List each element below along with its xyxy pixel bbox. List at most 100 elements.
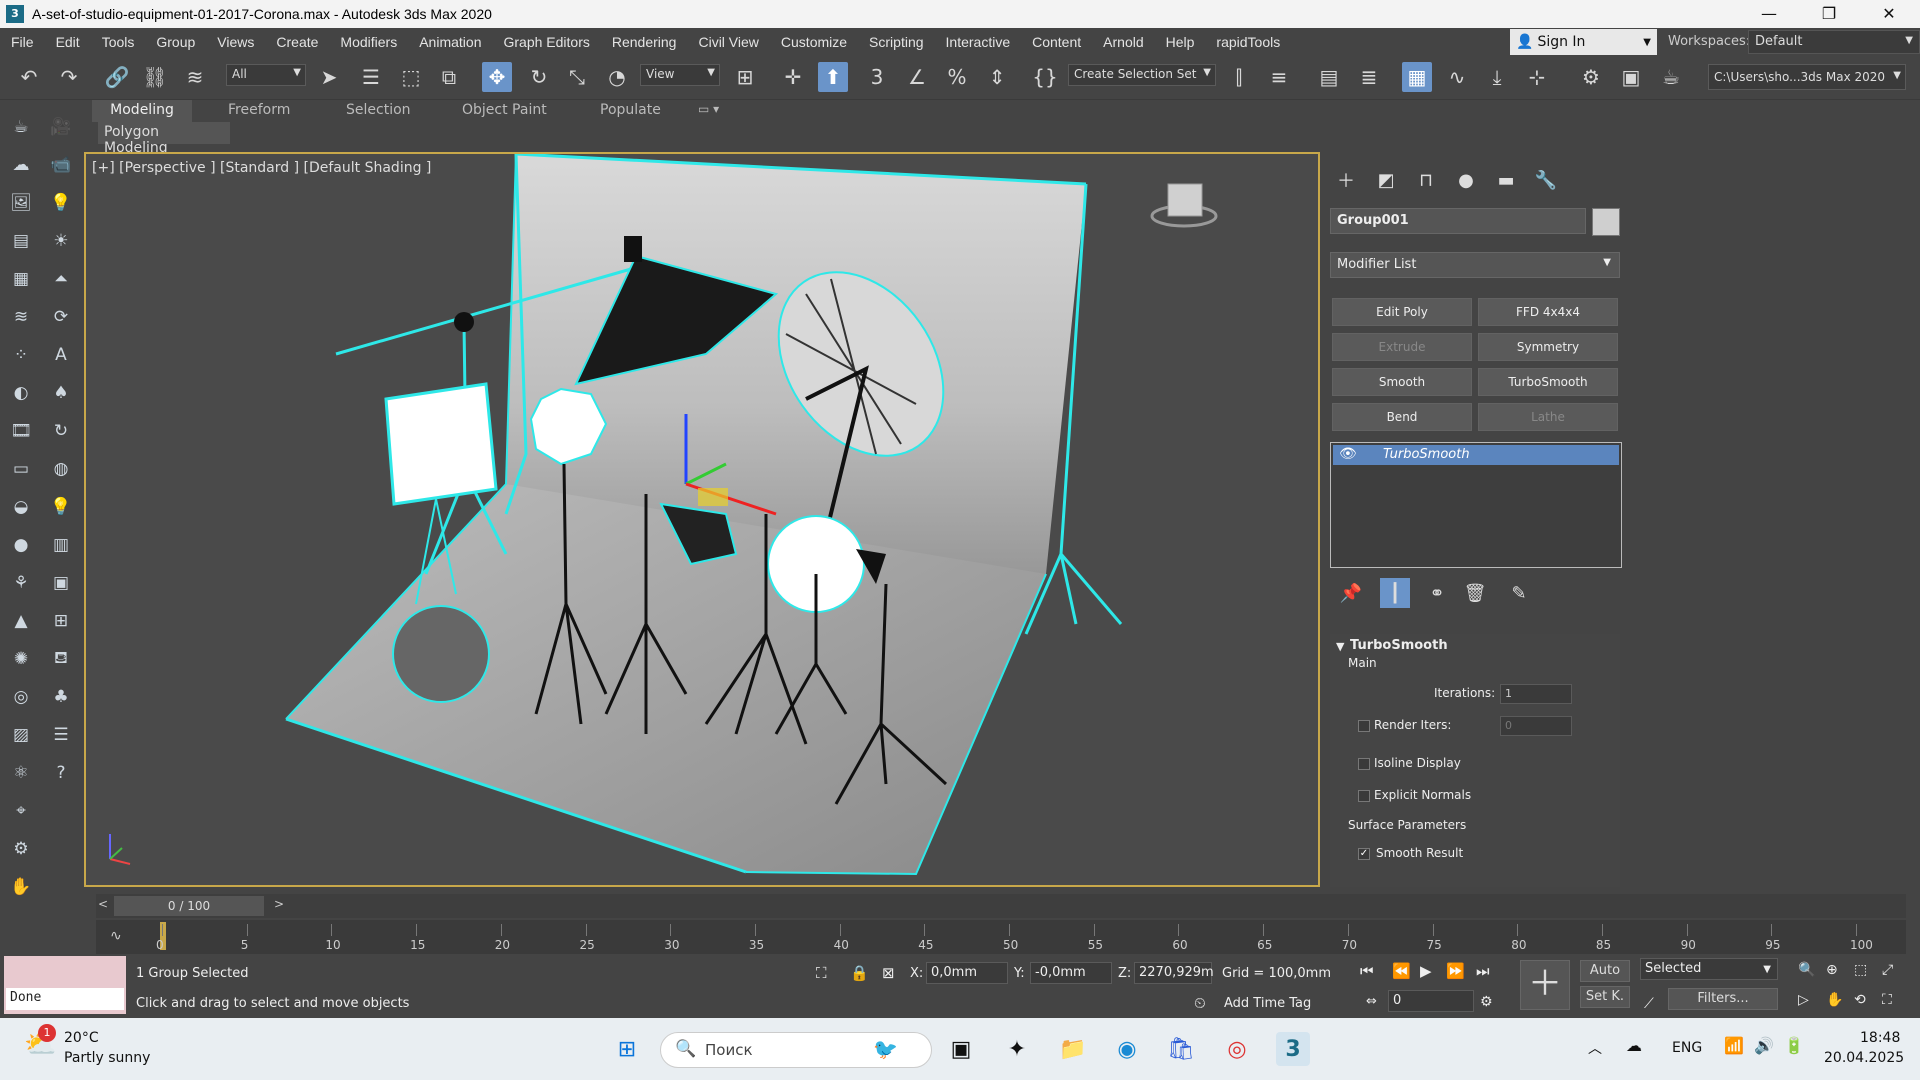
- pivot-center-icon[interactable]: ⊞: [730, 62, 760, 92]
- previous-frame-icon[interactable]: ⏪: [1392, 962, 1411, 980]
- named-selection-dropdown[interactable]: Create Selection Set ▼: [1068, 64, 1216, 86]
- menu-views[interactable]: Views: [206, 34, 265, 50]
- reference-coord-dropdown[interactable]: View ▼: [640, 64, 720, 86]
- close-button[interactable]: ✕: [1860, 0, 1918, 28]
- current-frame-field[interactable]: 0: [1388, 990, 1474, 1012]
- y-coordinate-field[interactable]: -0,0mm: [1030, 962, 1112, 984]
- refresh-icon[interactable]: ↻: [48, 418, 74, 444]
- grass-icon[interactable]: ⚘: [8, 570, 34, 596]
- menu-help[interactable]: Help: [1155, 34, 1206, 50]
- film-icon[interactable]: 🎞: [8, 418, 34, 444]
- zoom-extents-all-icon[interactable]: ⤢: [1882, 962, 1893, 978]
- time-config-icon[interactable]: ⚙: [1480, 994, 1493, 1010]
- frame-icon[interactable]: ▣: [48, 570, 74, 596]
- ffd-button[interactable]: FFD 4x4x4: [1478, 298, 1618, 326]
- go-to-start-icon[interactable]: ⏮: [1360, 962, 1374, 980]
- smooth-button[interactable]: Smooth: [1332, 368, 1472, 396]
- tab-freeform[interactable]: Freeform: [214, 100, 304, 122]
- add-time-tag[interactable]: Add Time Tag: [1224, 996, 1311, 1011]
- isolate-icon[interactable]: ⛶: [816, 964, 827, 982]
- render-production-icon[interactable]: ☕: [1656, 62, 1686, 92]
- layer-explorer-icon[interactable]: ≣: [1354, 62, 1384, 92]
- zoom-icon[interactable]: 🔍: [1798, 962, 1815, 978]
- sun-icon[interactable]: ☀: [48, 228, 74, 254]
- volume-icon[interactable]: 🔊: [1754, 1036, 1774, 1055]
- menu-arnold[interactable]: Arnold: [1092, 34, 1154, 50]
- pin-stack-icon[interactable]: 📌: [1336, 578, 1366, 608]
- unlink-icon[interactable]: ⛓: [140, 62, 170, 92]
- time-tag-icon[interactable]: ⏲: [1194, 994, 1206, 1012]
- link-icon[interactable]: 🔗: [102, 62, 132, 92]
- tab-modeling[interactable]: Modeling: [92, 100, 192, 122]
- selection-filter-dropdown[interactable]: All ▼: [226, 64, 306, 86]
- cone-icon[interactable]: ▲: [8, 608, 34, 634]
- sunlight-icon[interactable]: ✺: [8, 646, 34, 672]
- render-iters-checkbox[interactable]: [1358, 720, 1370, 732]
- zoom-all-icon[interactable]: ⊕: [1826, 962, 1838, 978]
- hatch-icon[interactable]: ▨: [8, 722, 34, 748]
- set-key-button[interactable]: Set K.: [1580, 986, 1630, 1008]
- move-icon[interactable]: ✥: [482, 62, 512, 92]
- select-by-name-icon[interactable]: ☰: [356, 62, 386, 92]
- weather-description[interactable]: Partly sunny: [64, 1050, 150, 1066]
- undo-icon[interactable]: ↶: [14, 62, 44, 92]
- lathe-button[interactable]: Lathe: [1478, 403, 1618, 431]
- menu-customize[interactable]: Customize: [770, 34, 858, 50]
- 3dsmax-taskbar-icon[interactable]: 3: [1276, 1032, 1310, 1066]
- auto-key-button[interactable]: Auto: [1580, 960, 1630, 982]
- go-to-end-icon[interactable]: ⏭: [1476, 962, 1490, 980]
- collapse-icon[interactable]: ▼: [1336, 640, 1344, 653]
- menu-file[interactable]: File: [0, 34, 45, 50]
- time-slider-thumb[interactable]: 0 / 100: [114, 896, 264, 916]
- sound-icon[interactable]: ◐: [8, 380, 34, 406]
- smooth-result-checkbox[interactable]: ✓: [1358, 848, 1370, 860]
- maxscript-output[interactable]: Done: [6, 988, 124, 1010]
- clock-time[interactable]: 18:48: [1860, 1030, 1900, 1046]
- align-icon[interactable]: ≡: [1264, 62, 1294, 92]
- time-slider[interactable]: < 0 / 100 >: [96, 894, 1906, 918]
- cloud-icon[interactable]: ☁: [8, 152, 34, 178]
- document-icon[interactable]: ▤: [8, 228, 34, 254]
- rendered-frame-window-icon[interactable]: ▣: [1616, 62, 1646, 92]
- rotate-icon[interactable]: ↻: [524, 62, 554, 92]
- plane-icon[interactable]: ▭: [8, 456, 34, 482]
- sphere-icon[interactable]: ●: [8, 532, 34, 558]
- fog-icon[interactable]: ≋: [8, 304, 34, 330]
- grid-icon[interactable]: ⊞: [48, 608, 74, 634]
- edge-icon[interactable]: ◉: [1110, 1032, 1144, 1066]
- iterations-spinner[interactable]: 1: [1500, 684, 1572, 704]
- task-view-icon[interactable]: ▣: [944, 1032, 978, 1066]
- globe-icon[interactable]: ◍: [48, 456, 74, 482]
- curve-editor-mini-icon[interactable]: ∿: [110, 928, 122, 944]
- viewcube[interactable]: [1150, 183, 1218, 228]
- bind-spacewarp-icon[interactable]: ≋: [180, 62, 210, 92]
- curve-editor-icon[interactable]: ∿: [1442, 62, 1472, 92]
- pan-icon[interactable]: ✋: [1826, 992, 1843, 1008]
- percent-snap-icon[interactable]: %: [942, 62, 972, 92]
- store-icon[interactable]: 🛍: [1164, 1032, 1198, 1066]
- angle-snap-icon[interactable]: ∠: [902, 62, 932, 92]
- dome-icon[interactable]: ◒: [8, 494, 34, 520]
- mirror-icon[interactable]: ⫿: [1224, 62, 1254, 92]
- particles-icon[interactable]: ⁘: [8, 342, 34, 368]
- modifier-stack[interactable]: TurboSmooth 👁: [1330, 442, 1622, 568]
- menu-content[interactable]: Content: [1021, 34, 1092, 50]
- extrude-button[interactable]: Extrude: [1332, 333, 1472, 361]
- maxscript-listener[interactable]: Done: [4, 956, 126, 1014]
- perspective-viewport[interactable]: [+] [Perspective ] [Standard ] [Default …: [84, 152, 1320, 887]
- bend-button[interactable]: Bend: [1332, 403, 1472, 431]
- motion-tab-icon[interactable]: ●: [1452, 166, 1480, 194]
- maximize-button[interactable]: ❐: [1800, 0, 1858, 28]
- light-bulb-icon[interactable]: 💡: [48, 190, 74, 216]
- isoline-checkbox[interactable]: [1358, 758, 1370, 770]
- modify-tab-icon[interactable]: ◩: [1372, 166, 1400, 194]
- ribbon-options-icon[interactable]: ▭ ▾: [684, 100, 733, 122]
- weather-temperature[interactable]: 20°C: [64, 1030, 99, 1046]
- make-unique-icon[interactable]: ⚭: [1422, 578, 1452, 608]
- redo-icon[interactable]: ↷: [54, 62, 84, 92]
- tray-chevron-icon[interactable]: ︿: [1588, 1038, 1602, 1058]
- edit-named-selection-icon[interactable]: {}: [1030, 62, 1060, 92]
- onedrive-icon[interactable]: ☁: [1626, 1036, 1642, 1055]
- create-tab-icon[interactable]: ＋: [1332, 166, 1360, 194]
- delete-modifier-icon[interactable]: 🗑: [1460, 578, 1490, 608]
